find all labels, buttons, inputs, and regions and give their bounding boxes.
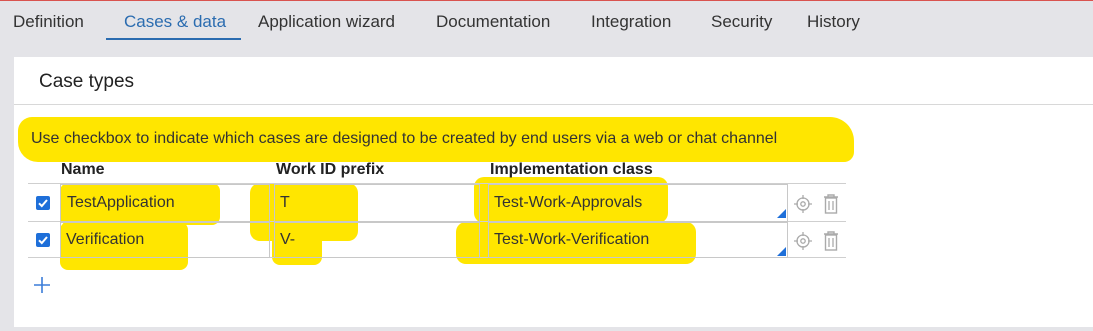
- prefix-value: V-: [280, 231, 296, 248]
- row-checkbox[interactable]: [36, 233, 50, 247]
- implementation-class-value: Test-Work-Verification: [494, 231, 650, 248]
- case-types-panel: Case types Use checkbox to indicate whic…: [14, 57, 1093, 327]
- crosshair-icon[interactable]: [793, 231, 813, 251]
- column-header-implementation-class: Implementation class: [490, 161, 653, 178]
- prefix-field[interactable]: [274, 222, 480, 258]
- prefix-value: T: [280, 194, 290, 211]
- column-header-work-id-prefix: Work ID prefix: [276, 161, 385, 178]
- tab-bar: Definition Cases & data Application wiza…: [0, 0, 1093, 44]
- tab-definition[interactable]: Definition: [13, 12, 84, 32]
- trash-icon[interactable]: [822, 230, 840, 252]
- tab-cases-and-data[interactable]: Cases & data: [124, 12, 226, 32]
- tab-documentation[interactable]: Documentation: [436, 12, 550, 32]
- active-tab-underline: [106, 38, 241, 40]
- row-checkbox[interactable]: [36, 196, 50, 210]
- crosshair-icon[interactable]: [793, 194, 813, 214]
- name-value: Verification: [66, 231, 145, 248]
- prefix-field[interactable]: [274, 184, 480, 222]
- implementation-class-value: Test-Work-Approvals: [494, 194, 643, 211]
- instruction-text: Use checkbox to indicate which cases are…: [31, 130, 778, 147]
- trash-icon[interactable]: [822, 193, 840, 215]
- plus-icon[interactable]: [32, 275, 52, 295]
- panel-divider: [14, 104, 1093, 105]
- tab-application-wizard[interactable]: Application wizard: [258, 12, 395, 32]
- autocomplete-corner-icon: [777, 209, 786, 218]
- column-header-name: Name: [61, 161, 105, 178]
- panel-title: Case types: [39, 71, 135, 92]
- tab-integration[interactable]: Integration: [591, 12, 671, 32]
- autocomplete-corner-icon: [777, 247, 786, 256]
- name-value: TestApplication: [67, 194, 175, 211]
- tab-history[interactable]: History: [807, 12, 860, 32]
- tab-security[interactable]: Security: [711, 12, 772, 32]
